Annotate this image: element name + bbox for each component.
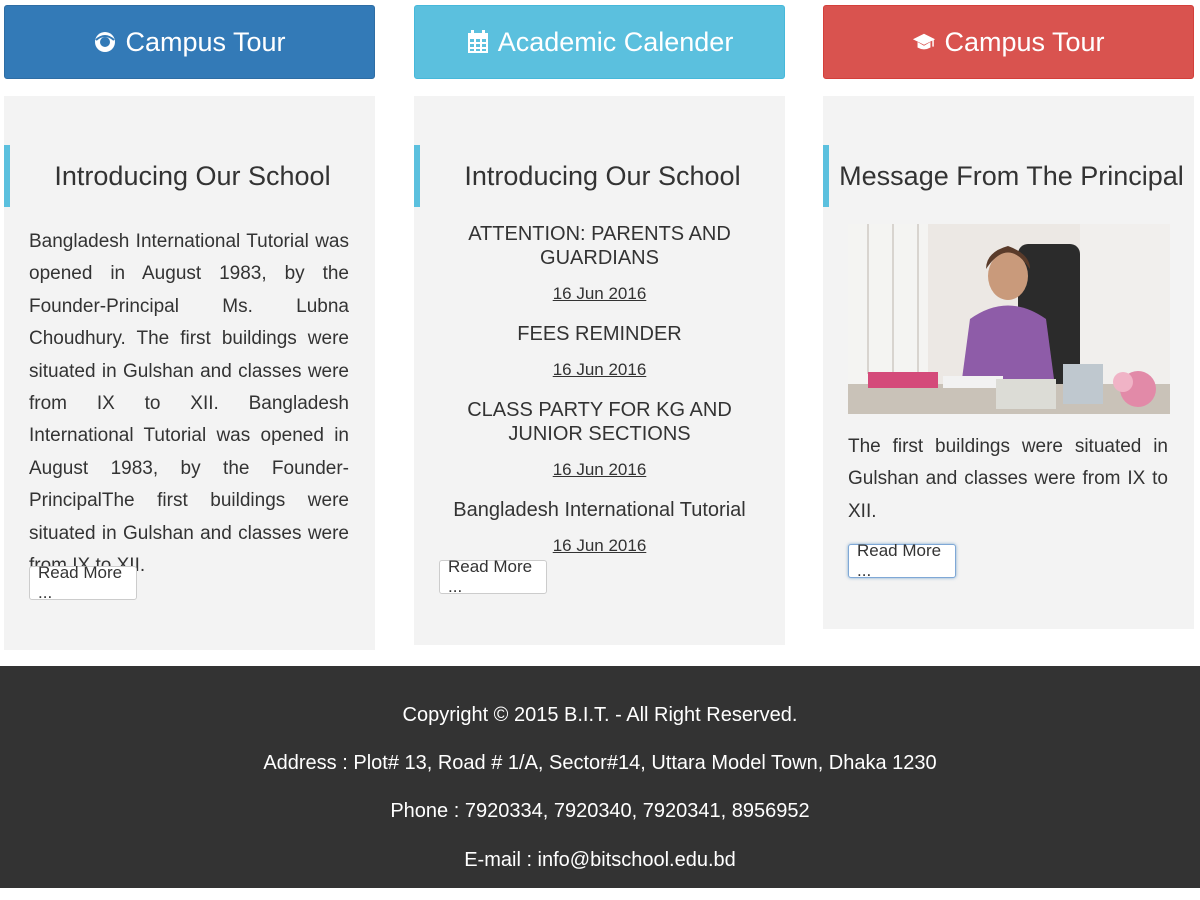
campus-tour-label: Campus Tour <box>944 26 1105 57</box>
news-title[interactable]: ATTENTION: PARENTS AND GUARDIANS <box>414 222 785 270</box>
campus-tour-button[interactable]: Campus Tour <box>4 5 375 79</box>
intro-text: Bangladesh International Tutorial was op… <box>29 231 349 576</box>
principal-message-text: The first buildings were situated in Gul… <box>848 436 1168 522</box>
panel-title: Message From The Principal <box>823 145 1194 207</box>
news-title[interactable]: FEES REMINDER <box>414 322 785 346</box>
academic-calender-button[interactable]: Academic Calender <box>414 5 785 79</box>
campus-tour-button[interactable]: Campus Tour <box>823 5 1194 79</box>
footer-phone: Phone : 7920334, 7920340, 7920341, 89569… <box>390 800 810 822</box>
footer-email: E-mail : info@bitschool.edu.bd <box>464 849 736 871</box>
principal-panel: Message From The Principal The first bui… <box>823 96 1194 629</box>
graduation-cap-icon <box>912 30 936 54</box>
news-item: FEES REMINDER 16 Jun 2016 <box>414 322 785 398</box>
read-more-button[interactable]: Read More ... <box>29 563 137 602</box>
news-date-link[interactable]: 16 Jun 2016 <box>553 284 647 304</box>
panel-title: Introducing Our School <box>4 145 375 207</box>
read-more-button[interactable]: Read More ... <box>848 541 956 580</box>
news-date-link[interactable]: 16 Jun 2016 <box>553 460 647 480</box>
panel-title: Introducing Our School <box>414 145 785 207</box>
footer-copyright: Copyright © 2015 B.I.T. - All Right Rese… <box>402 704 798 726</box>
footer: Copyright © 2015 B.I.T. - All Right Rese… <box>0 666 1200 888</box>
news-item: ATTENTION: PARENTS AND GUARDIANS 16 Jun … <box>414 222 785 322</box>
read-more-button[interactable]: Read More ... <box>439 557 547 596</box>
footer-address: Address : Plot# 13, Road # 1/A, Sector#1… <box>263 752 937 774</box>
principal-photo <box>848 224 1170 414</box>
campus-tour-label: Campus Tour <box>125 26 286 57</box>
news-date-link[interactable]: 16 Jun 2016 <box>553 360 647 380</box>
news-item: CLASS PARTY FOR KG AND JUNIOR SECTIONS 1… <box>414 398 785 498</box>
news-list: ATTENTION: PARENTS AND GUARDIANS 16 Jun … <box>414 222 785 574</box>
news-panel: Introducing Our School ATTENTION: PARENT… <box>414 96 785 645</box>
news-title[interactable]: Bangladesh International Tutorial <box>414 498 785 522</box>
news-date-link[interactable]: 16 Jun 2016 <box>553 536 647 556</box>
calendar-icon <box>466 30 490 54</box>
academic-calender-label: Academic Calender <box>497 26 734 57</box>
news-title[interactable]: CLASS PARTY FOR KG AND JUNIOR SECTIONS <box>414 398 785 446</box>
intro-panel: Introducing Our School Bangladesh Intern… <box>4 96 375 650</box>
eye-icon <box>93 30 117 54</box>
